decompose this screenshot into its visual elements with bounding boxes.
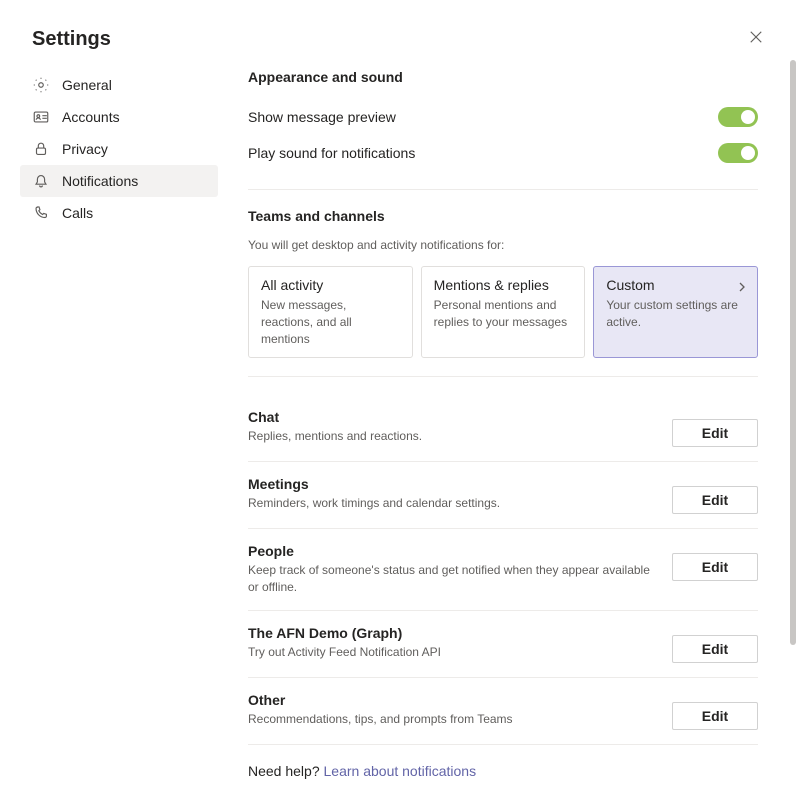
help-link[interactable]: Learn about notifications [324,763,477,779]
sidebar-item-accounts[interactable]: Accounts [20,101,218,133]
bell-icon [32,172,50,190]
phone-icon [32,204,50,222]
section-other: Other Recommendations, tips, and prompts… [248,678,758,745]
card-custom[interactable]: Custom Your custom settings are active. [593,266,758,358]
edit-people-button[interactable]: Edit [672,553,758,581]
settings-sidebar: General Accounts Privacy Notifications C… [0,69,218,799]
close-icon [749,30,763,49]
section-afn-demo: The AFN Demo (Graph) Try out Activity Fe… [248,611,758,678]
section-chat-desc: Replies, mentions and reactions. [248,428,652,445]
edit-other-button[interactable]: Edit [672,702,758,730]
section-meetings-desc: Reminders, work timings and calendar set… [248,495,652,512]
edit-afn-demo-button[interactable]: Edit [672,635,758,663]
gear-icon [32,76,50,94]
show-preview-toggle[interactable] [718,107,758,127]
section-other-desc: Recommendations, tips, and prompts from … [248,711,652,728]
play-sound-label: Play sound for notifications [248,145,415,161]
section-afn-demo-desc: Try out Activity Feed Notification API [248,644,652,661]
section-chat-title: Chat [248,409,652,425]
sidebar-item-label: Notifications [62,173,138,189]
help-row: Need help? Learn about notifications [248,763,758,779]
close-button[interactable] [746,30,766,50]
section-title-appearance: Appearance and sound [248,69,758,85]
notification-mode-cards: All activity New messages, reactions, an… [248,266,758,358]
sidebar-item-label: General [62,77,112,93]
card-desc: Your custom settings are active. [606,297,745,331]
scrollbar-thumb[interactable] [790,60,796,645]
sidebar-item-privacy[interactable]: Privacy [20,133,218,165]
section-people-desc: Keep track of someone's status and get n… [248,562,652,596]
show-preview-label: Show message preview [248,109,396,125]
id-card-icon [32,108,50,126]
section-meetings-title: Meetings [248,476,652,492]
card-title: Mentions & replies [434,277,573,293]
sidebar-item-label: Privacy [62,141,108,157]
card-title: Custom [606,277,745,293]
section-people-title: People [248,543,652,559]
edit-meetings-button[interactable]: Edit [672,486,758,514]
section-people: People Keep track of someone's status an… [248,529,758,611]
teams-channels-subtitle: You will get desktop and activity notifi… [248,238,758,252]
content-panel: Appearance and sound Show message previe… [218,69,798,799]
section-title-teams-channels: Teams and channels [248,208,758,224]
card-desc: Personal mentions and replies to your me… [434,297,573,331]
edit-chat-button[interactable]: Edit [672,419,758,447]
card-desc: New messages, reactions, and all mention… [261,297,400,347]
sidebar-item-calls[interactable]: Calls [20,197,218,229]
card-mentions-replies[interactable]: Mentions & replies Personal mentions and… [421,266,586,358]
section-meetings: Meetings Reminders, work timings and cal… [248,462,758,529]
toggle-row-play-sound: Play sound for notifications [248,135,758,171]
section-chat: Chat Replies, mentions and reactions. Ed… [248,395,758,462]
sidebar-item-label: Accounts [62,109,120,125]
section-afn-demo-title: The AFN Demo (Graph) [248,625,652,641]
toggle-row-show-preview: Show message preview [248,99,758,135]
page-title: Settings [32,28,111,51]
card-all-activity[interactable]: All activity New messages, reactions, an… [248,266,413,358]
sidebar-item-notifications[interactable]: Notifications [20,165,218,197]
chevron-right-icon [737,279,747,297]
divider [248,189,758,190]
help-text: Need help? [248,763,324,779]
lock-icon [32,140,50,158]
section-other-title: Other [248,692,652,708]
sidebar-item-general[interactable]: General [20,69,218,101]
scrollbar[interactable] [790,60,796,740]
card-title: All activity [261,277,400,293]
play-sound-toggle[interactable] [718,143,758,163]
sidebar-item-label: Calls [62,205,93,221]
divider [248,376,758,377]
